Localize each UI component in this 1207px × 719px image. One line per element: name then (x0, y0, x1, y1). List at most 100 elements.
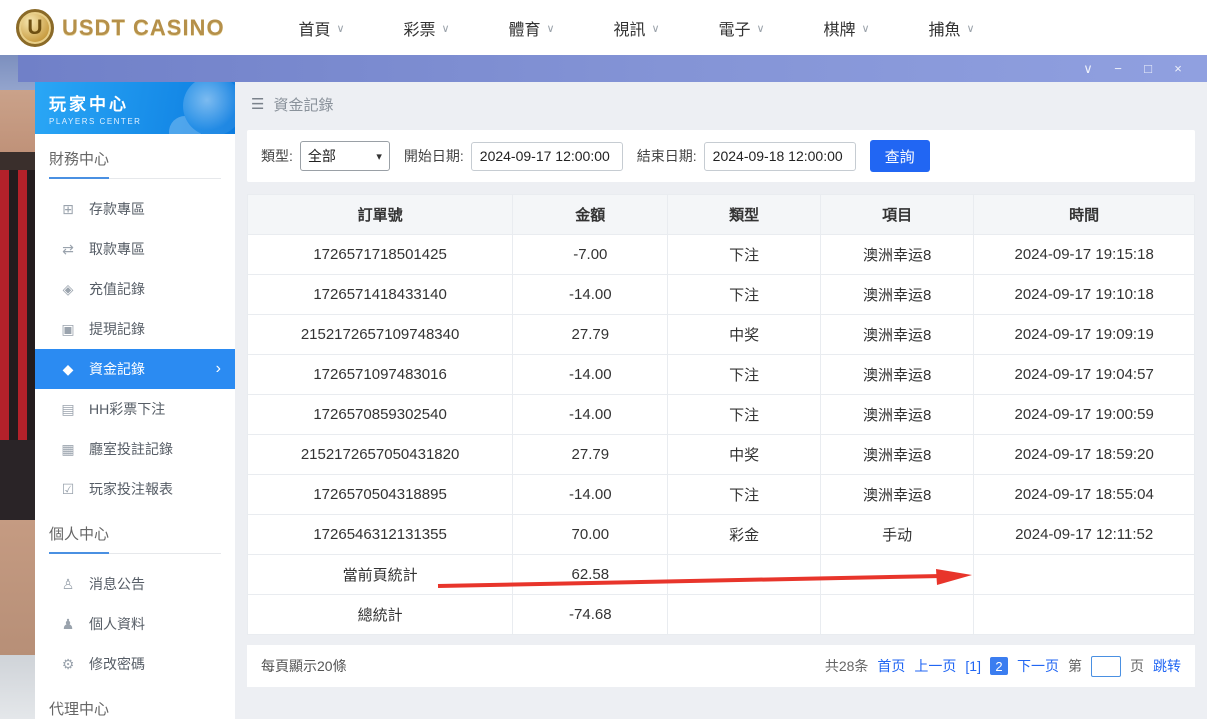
minimize-icon[interactable]: − (1103, 61, 1133, 76)
gear-icon: ⚙ (59, 656, 77, 673)
nav-item-0[interactable]: 首頁∨ (269, 16, 374, 40)
table-cell: 澳洲幸运8 (820, 395, 973, 435)
collapse-icon[interactable]: ∨ (1073, 61, 1103, 77)
sidebar-item-hh-lottery-bet[interactable]: ▤HH彩票下注 (35, 389, 235, 429)
filter-bar: 類型: 全部 ▾ 開始日期: 結束日期: 查詢 (247, 130, 1195, 182)
nav-item-3[interactable]: 視訊∨ (584, 16, 689, 40)
deposit-icon: ⊞ (59, 201, 77, 218)
background-photo-segment (0, 170, 35, 440)
jump-button[interactable]: 跳转 (1153, 656, 1181, 676)
nav-item-label: 體育 (508, 16, 540, 40)
logo-icon: U (16, 9, 54, 47)
table-cell: 27.79 (513, 435, 668, 475)
table-cell (974, 595, 1195, 635)
table-cell (820, 595, 973, 635)
table-cell: 2024-09-17 19:10:18 (974, 275, 1195, 315)
sidebar-item-room-bet-record[interactable]: ▦廳室投註記錄 (35, 429, 235, 469)
sidebar-item-withdraw-area[interactable]: ⇄ 取款專區 (35, 229, 235, 269)
type-select-value: 全部 (308, 146, 336, 166)
nav-item-6[interactable]: 捕魚∨ (899, 16, 1004, 40)
decoration-circles-icon (183, 82, 235, 134)
table-cell: 總統計 (248, 595, 513, 635)
table-cell: 澳洲幸运8 (820, 315, 973, 355)
chevron-down-icon: ∨ (651, 22, 659, 35)
chevron-down-icon: ∨ (441, 22, 449, 35)
sidebar-header: 玩家中心 PLAYERS CENTER (35, 82, 235, 134)
sidebar-item-label: 取款專區 (89, 239, 145, 259)
page-jump-input[interactable] (1091, 656, 1121, 677)
table-cell: 2024-09-17 19:15:18 (974, 235, 1195, 275)
table-cell: 1726571418433140 (248, 275, 513, 315)
sidebar-item-withdrawal-record[interactable]: ▣提現記錄 (35, 309, 235, 349)
table-row: 172654631213135570.00彩金手动2024-09-17 12:1… (248, 515, 1195, 555)
sidebar-item-deposit-area[interactable]: ⊞ 存款專區 (35, 189, 235, 229)
sidebar-item-label: 資金記錄 (89, 359, 145, 379)
table-cell: 1726571718501425 (248, 235, 513, 275)
bell-icon: ♙ (59, 576, 77, 593)
table-row: 1726571718501425-7.00下注澳洲幸运82024-09-17 1… (248, 235, 1195, 275)
sidebar-item-funds-record[interactable]: ◆資金記錄› (35, 349, 235, 389)
prev-page-link[interactable]: 上一页 (914, 656, 956, 676)
start-date-input[interactable] (471, 142, 623, 171)
logo[interactable]: U USDT CASINO (16, 9, 241, 47)
sidebar-item-label: 存款專區 (89, 199, 145, 219)
window-titlebar: ∨−□× (18, 55, 1207, 82)
section-title: 個人中心 (49, 523, 221, 554)
first-page-link[interactable]: 首页 (877, 656, 905, 676)
table-cell: 70.00 (513, 515, 668, 555)
sidebar-item-recharge-record[interactable]: ◈充值記錄 (35, 269, 235, 309)
main-content: ☰ 資金記錄 類型: 全部 ▾ 開始日期: 結束日期: 查詢 訂單號金額類型項目… (235, 82, 1207, 719)
nav-item-2[interactable]: 體育 ∨ (479, 16, 584, 40)
column-header: 時間 (974, 195, 1195, 235)
report-icon: ☑ (59, 481, 77, 498)
section-title-label: 個人中心 (49, 523, 109, 554)
table-cell (668, 555, 820, 595)
sidebar-item-label: 充值記錄 (89, 279, 145, 299)
table-cell: -7.00 (513, 235, 668, 275)
summary-row: 總統計-74.68 (248, 595, 1195, 635)
background-photo-segment (0, 90, 35, 152)
sidebar-item-player-bet-report[interactable]: ☑玩家投注報表 (35, 469, 235, 509)
nav-item-4[interactable]: 電子∨ (689, 16, 794, 40)
nav-item-5[interactable]: 棋牌∨ (794, 16, 899, 40)
top-nav: 首頁∨彩票∨體育∨視訊∨電子∨棋牌∨捕魚∨ (269, 16, 1004, 40)
jump-prefix-label: 第 (1068, 656, 1082, 676)
page-1-link[interactable]: [1] (965, 658, 981, 674)
hamburger-menu-icon[interactable]: ☰ (251, 95, 264, 113)
table-cell: 下注 (668, 395, 820, 435)
maximize-icon[interactable]: □ (1133, 61, 1163, 76)
nav-item-label: 彩票 (403, 16, 435, 40)
chevron-down-icon: ∨ (336, 22, 344, 35)
table-cell: 2152172657050431820 (248, 435, 513, 475)
chevron-right-icon: › (216, 360, 221, 378)
search-button[interactable]: 查詢 (870, 140, 930, 172)
table-cell: -14.00 (513, 395, 668, 435)
nav-item-1[interactable]: 彩票 ∨ (374, 16, 479, 40)
table-cell: 澳洲幸运8 (820, 475, 973, 515)
end-date-input[interactable] (704, 142, 856, 171)
chevron-down-icon: ∨ (546, 22, 554, 35)
type-select[interactable]: 全部 ▾ (300, 141, 390, 171)
current-page-badge: 2 (990, 657, 1008, 675)
sidebar-item-profile[interactable]: ♟ 個人資料 (35, 604, 235, 644)
sidebar: 玩家中心 PLAYERS CENTER 財務中心 ⊞ 存款專區 ⇄ 取款專區 ◈充值記錄▣… (35, 82, 235, 719)
table-cell: 2024-09-17 18:59:20 (974, 435, 1195, 475)
table-cell (820, 555, 973, 595)
section-title-label: 財務中心 (49, 148, 109, 179)
nav-item-label: 棋牌 (823, 16, 855, 40)
close-icon[interactable]: × (1163, 61, 1193, 76)
page-size-label: 每頁顯示20條 (261, 656, 347, 676)
withdraw-icon: ⇄ (59, 241, 77, 258)
funds-table-wrap: 訂單號金額類型項目時間 1726571718501425-7.00下注澳洲幸运8… (247, 194, 1195, 635)
table-cell: 澳洲幸运8 (820, 275, 973, 315)
sidebar-item-announcements[interactable]: ♙消息公告 (35, 564, 235, 604)
type-label: 類型: (261, 146, 293, 166)
table-cell: 1726571097483016 (248, 355, 513, 395)
person-icon: ♟ (59, 616, 77, 633)
table-cell: -14.00 (513, 475, 668, 515)
sidebar-item-change-password[interactable]: ⚙修改密碼 (35, 644, 235, 684)
next-page-link[interactable]: 下一页 (1017, 656, 1059, 676)
chevron-down-icon: ∨ (756, 22, 764, 35)
table-cell: 1726546312131355 (248, 515, 513, 555)
sidebar-item-label: 個人資料 (89, 614, 145, 634)
